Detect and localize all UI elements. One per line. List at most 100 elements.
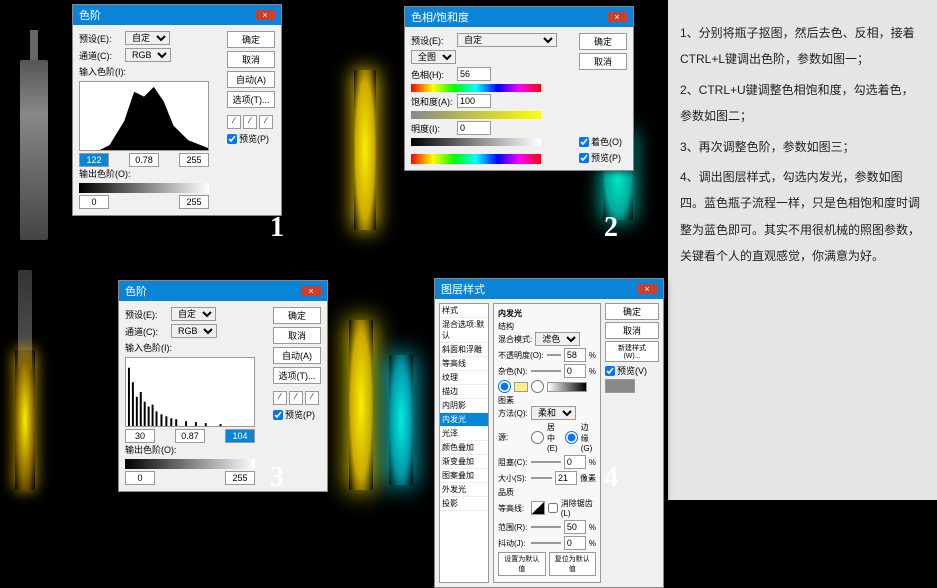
- in-low[interactable]: [125, 429, 155, 443]
- range-slider[interactable]: [531, 526, 561, 528]
- master-select[interactable]: 全图: [411, 50, 456, 64]
- list-item[interactable]: 投影: [440, 497, 488, 511]
- ok-button[interactable]: 确定: [273, 307, 321, 324]
- eyedrop-white-icon[interactable]: ⁄: [305, 391, 319, 405]
- list-item[interactable]: 等高线: [440, 357, 488, 371]
- options-button[interactable]: 选项(T)...: [227, 91, 275, 108]
- blend-label: 混合模式:: [498, 334, 532, 345]
- list-item[interactable]: 内阴影: [440, 399, 488, 413]
- out-high[interactable]: [225, 471, 255, 485]
- preset-label: 预设(E):: [411, 34, 453, 47]
- in-low[interactable]: [79, 153, 109, 167]
- cancel-button[interactable]: 取消: [605, 322, 659, 339]
- output-slider[interactable]: [125, 459, 255, 469]
- panel-1: 色阶 × 预设(E):自定 通道(C):RGB 输入色阶(I):: [0, 0, 334, 250]
- list-item-active[interactable]: 内发光: [440, 413, 488, 427]
- output-slider[interactable]: [79, 183, 209, 193]
- light-input[interactable]: [457, 121, 491, 135]
- output-label: 输出色阶(O):: [79, 167, 131, 180]
- in-mid[interactable]: [175, 429, 205, 443]
- preview-check[interactable]: [227, 134, 237, 144]
- sat-slider[interactable]: [411, 111, 541, 119]
- list-item[interactable]: 样式: [440, 304, 488, 318]
- center-radio[interactable]: [531, 431, 544, 444]
- choke-slider[interactable]: [531, 461, 561, 463]
- noise-slider[interactable]: [531, 370, 561, 372]
- list-item[interactable]: 混合选项:默认: [440, 318, 488, 343]
- in-high[interactable]: [179, 153, 209, 167]
- choke-input[interactable]: [564, 455, 586, 469]
- jitter-slider[interactable]: [531, 542, 561, 544]
- opacity-input[interactable]: [564, 348, 586, 362]
- list-item[interactable]: 图案叠加: [440, 469, 488, 483]
- gradient-radio[interactable]: [531, 380, 544, 393]
- jitter-input[interactable]: [564, 536, 586, 550]
- preview-check[interactable]: [579, 153, 589, 163]
- auto-button[interactable]: 自动(A): [273, 347, 321, 364]
- anti-check[interactable]: [548, 503, 558, 513]
- eyedrop-white-icon[interactable]: ⁄: [259, 115, 273, 129]
- eyedrop-black-icon[interactable]: ⁄: [273, 391, 287, 405]
- gradient-swatch[interactable]: [547, 382, 587, 392]
- close-icon[interactable]: ×: [255, 10, 275, 20]
- edge-radio[interactable]: [565, 431, 578, 444]
- method-select[interactable]: 柔和: [531, 406, 576, 420]
- list-item[interactable]: 斜面和浮雕: [440, 343, 488, 357]
- list-item[interactable]: 纹理: [440, 371, 488, 385]
- preset-select[interactable]: 自定: [457, 33, 557, 47]
- hue-input[interactable]: [457, 67, 491, 81]
- color-radio[interactable]: [498, 380, 511, 393]
- cancel-button[interactable]: 取消: [579, 53, 627, 70]
- out-high[interactable]: [179, 195, 209, 209]
- size-slider[interactable]: [531, 477, 552, 479]
- ok-button[interactable]: 确定: [227, 31, 275, 48]
- preview-label: 预览(V): [617, 364, 647, 377]
- default-button[interactable]: 设置为默认值: [498, 552, 546, 576]
- close-icon[interactable]: ×: [637, 284, 657, 294]
- opacity-slider[interactable]: [547, 354, 561, 356]
- instruction-line: 4、调出图层样式，勾选内发光，参数如图四。蓝色瓶子流程一样，只是色相饱和度时调整…: [680, 164, 925, 270]
- options-button[interactable]: 选项(T)...: [273, 367, 321, 384]
- colorize-check[interactable]: [579, 137, 589, 147]
- eyedrop-gray-icon[interactable]: ⁄: [243, 115, 257, 129]
- newstyle-button[interactable]: 新建样式(W)...: [605, 341, 659, 362]
- instruction-line: 2、CTRL+U键调整色相饱和度，勾选着色，参数如图二；: [680, 77, 925, 130]
- channel-select[interactable]: RGB: [125, 48, 171, 62]
- eyedroppers: ⁄⁄⁄: [227, 115, 275, 129]
- sat-input[interactable]: [457, 94, 491, 108]
- contour-icon[interactable]: [531, 501, 545, 515]
- auto-button[interactable]: 自动(A): [227, 71, 275, 88]
- channel-select[interactable]: RGB: [171, 324, 217, 338]
- ok-button[interactable]: 确定: [579, 33, 627, 50]
- list-item[interactable]: 外发光: [440, 483, 488, 497]
- in-mid[interactable]: [129, 153, 159, 167]
- hue-slider[interactable]: [411, 84, 541, 92]
- list-item[interactable]: 颜色叠加: [440, 441, 488, 455]
- size-input[interactable]: [555, 471, 577, 485]
- section-label: 图素: [498, 395, 596, 406]
- color-swatch[interactable]: [514, 382, 528, 392]
- cancel-button[interactable]: 取消: [227, 51, 275, 68]
- preview-check[interactable]: [605, 366, 615, 376]
- list-item[interactable]: 描边: [440, 385, 488, 399]
- preset-select[interactable]: 自定: [125, 31, 170, 45]
- out-low[interactable]: [79, 195, 109, 209]
- close-icon[interactable]: ×: [607, 12, 627, 22]
- range-input[interactable]: [564, 520, 586, 534]
- preview-check[interactable]: [273, 410, 283, 420]
- eyedrop-black-icon[interactable]: ⁄: [227, 115, 241, 129]
- out-low[interactable]: [125, 471, 155, 485]
- noise-input[interactable]: [564, 364, 586, 378]
- histogram: [79, 81, 209, 151]
- preset-select[interactable]: 自定: [171, 307, 216, 321]
- reset-button[interactable]: 复位为默认值: [549, 552, 597, 576]
- list-item[interactable]: 渐变叠加: [440, 455, 488, 469]
- cancel-button[interactable]: 取消: [273, 327, 321, 344]
- close-icon[interactable]: ×: [301, 286, 321, 296]
- ok-button[interactable]: 确定: [605, 303, 659, 320]
- eyedrop-gray-icon[interactable]: ⁄: [289, 391, 303, 405]
- light-slider[interactable]: [411, 138, 541, 146]
- list-item[interactable]: 光泽: [440, 427, 488, 441]
- in-high[interactable]: [225, 429, 255, 443]
- blend-select[interactable]: 滤色: [535, 332, 580, 346]
